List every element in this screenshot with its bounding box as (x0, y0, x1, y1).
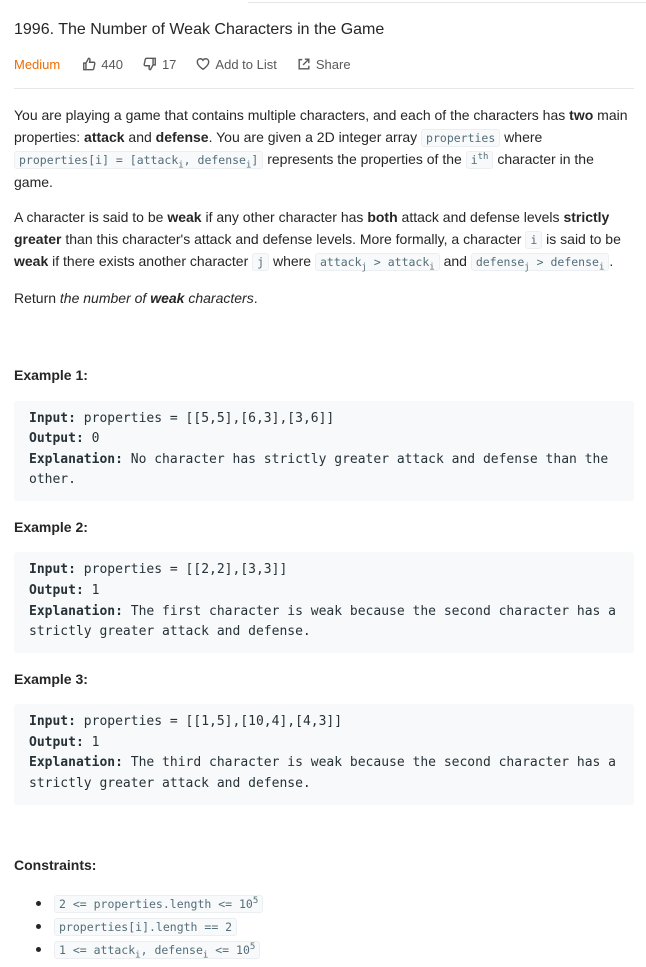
share-label: Share (315, 56, 351, 72)
top-border (248, 0, 646, 3)
dislike-count: 17 (161, 56, 177, 72)
example-block: Input: properties = [[5,5],[6,3],[3,6]] … (14, 400, 634, 501)
inline-code: j (252, 253, 270, 271)
problem-title: 1996. The Number of Weak Characters in t… (14, 21, 385, 38)
thumbs-up-icon (83, 57, 96, 71)
example-block: Input: properties = [[2,2],[3,3]] Output… (14, 552, 634, 653)
list-item: 2 <= properties.length <= 105 (36, 892, 634, 915)
problem-content: You are playing a game that contains mul… (14, 105, 634, 961)
list-item: 1 <= attacki, defensei <= 105 (36, 938, 634, 961)
constraints-title: Constraints: (14, 856, 97, 873)
inline-code: 1 <= attacki, defensei <= 105 (54, 941, 261, 960)
example-block: Input: properties = [[1,5],[10,4],[4,3]]… (14, 704, 634, 805)
divider (14, 88, 634, 89)
add-to-list-label: Add to List (215, 56, 277, 72)
inline-code: attackj > attacki (314, 253, 440, 272)
difficulty-badge: Medium (14, 56, 61, 72)
inline-code: defensej > defensei (470, 253, 610, 272)
inline-code: properties (421, 128, 501, 147)
dislike-button[interactable]: 17 (143, 57, 176, 72)
problem-description: 1996. The Number of Weak Characters in t… (14, 18, 634, 961)
inline-code: properties[i].length == 2 (54, 918, 238, 937)
share-button[interactable]: Share (297, 57, 351, 72)
constraints-list: 2 <= properties.length <= 105 properties… (14, 892, 634, 961)
thumbs-down-icon (143, 57, 156, 71)
share-icon (298, 58, 310, 70)
inline-code: i (525, 230, 543, 249)
example-title: Example 2: (14, 518, 88, 535)
inline-code: 2 <= properties.length <= 105 (54, 895, 264, 914)
like-count: 440 (101, 56, 123, 72)
list-item: properties[i].length == 2 (36, 915, 634, 938)
example-title: Example 1: (14, 367, 88, 383)
heart-icon (197, 58, 210, 71)
problem-meta-bar: Medium 440 17 Add to List Share (14, 54, 634, 74)
inline-code: properties[i] = [attacki, defensei] (14, 151, 264, 170)
inline-code: ith (465, 151, 494, 169)
description-paragraph: A character is said to be weak if any ot… (14, 209, 621, 273)
like-button[interactable]: 440 (82, 57, 123, 72)
description-paragraph: You are playing a game that contains mul… (14, 107, 628, 190)
description-paragraph: Return the number of weak characters. (14, 289, 258, 306)
add-to-list-button[interactable]: Add to List (196, 56, 277, 72)
example-title: Example 3: (14, 670, 88, 687)
